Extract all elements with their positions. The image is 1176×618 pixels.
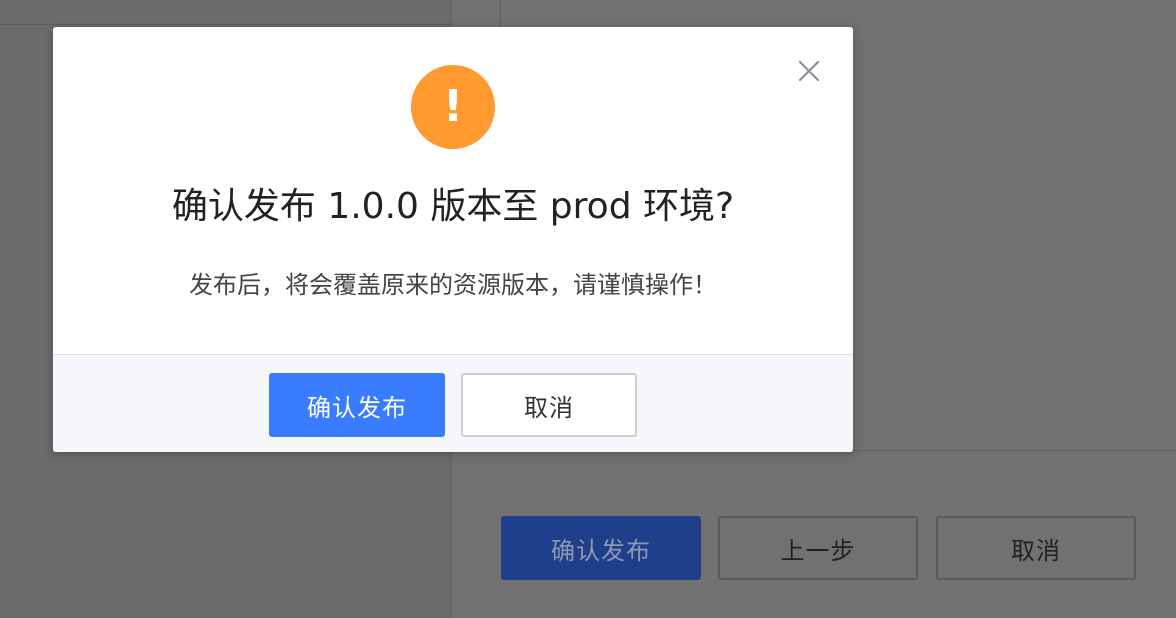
dialog-message: 发布后，将会覆盖原来的资源版本，请谨慎操作！ bbox=[189, 271, 717, 299]
background-previous-step-button: 上一步 bbox=[718, 516, 918, 580]
close-icon[interactable] bbox=[797, 59, 821, 83]
background-left-divider bbox=[0, 24, 452, 25]
confirm-publish-button[interactable]: 确认发布 bbox=[269, 373, 445, 437]
background-cancel-button: 取消 bbox=[936, 516, 1136, 580]
cancel-button[interactable]: 取消 bbox=[461, 373, 637, 437]
background-confirm-publish-button: 确认发布 bbox=[501, 516, 701, 580]
dialog-title: 确认发布 1.0.0 版本至 prod 环境? bbox=[171, 186, 735, 227]
warning-icon: ! bbox=[411, 65, 495, 149]
dialog-footer: 确认发布 取消 bbox=[53, 354, 853, 452]
confirm-dialog: ! 确认发布 1.0.0 版本至 prod 环境? 发布后，将会覆盖原来的资源版… bbox=[53, 27, 853, 452]
